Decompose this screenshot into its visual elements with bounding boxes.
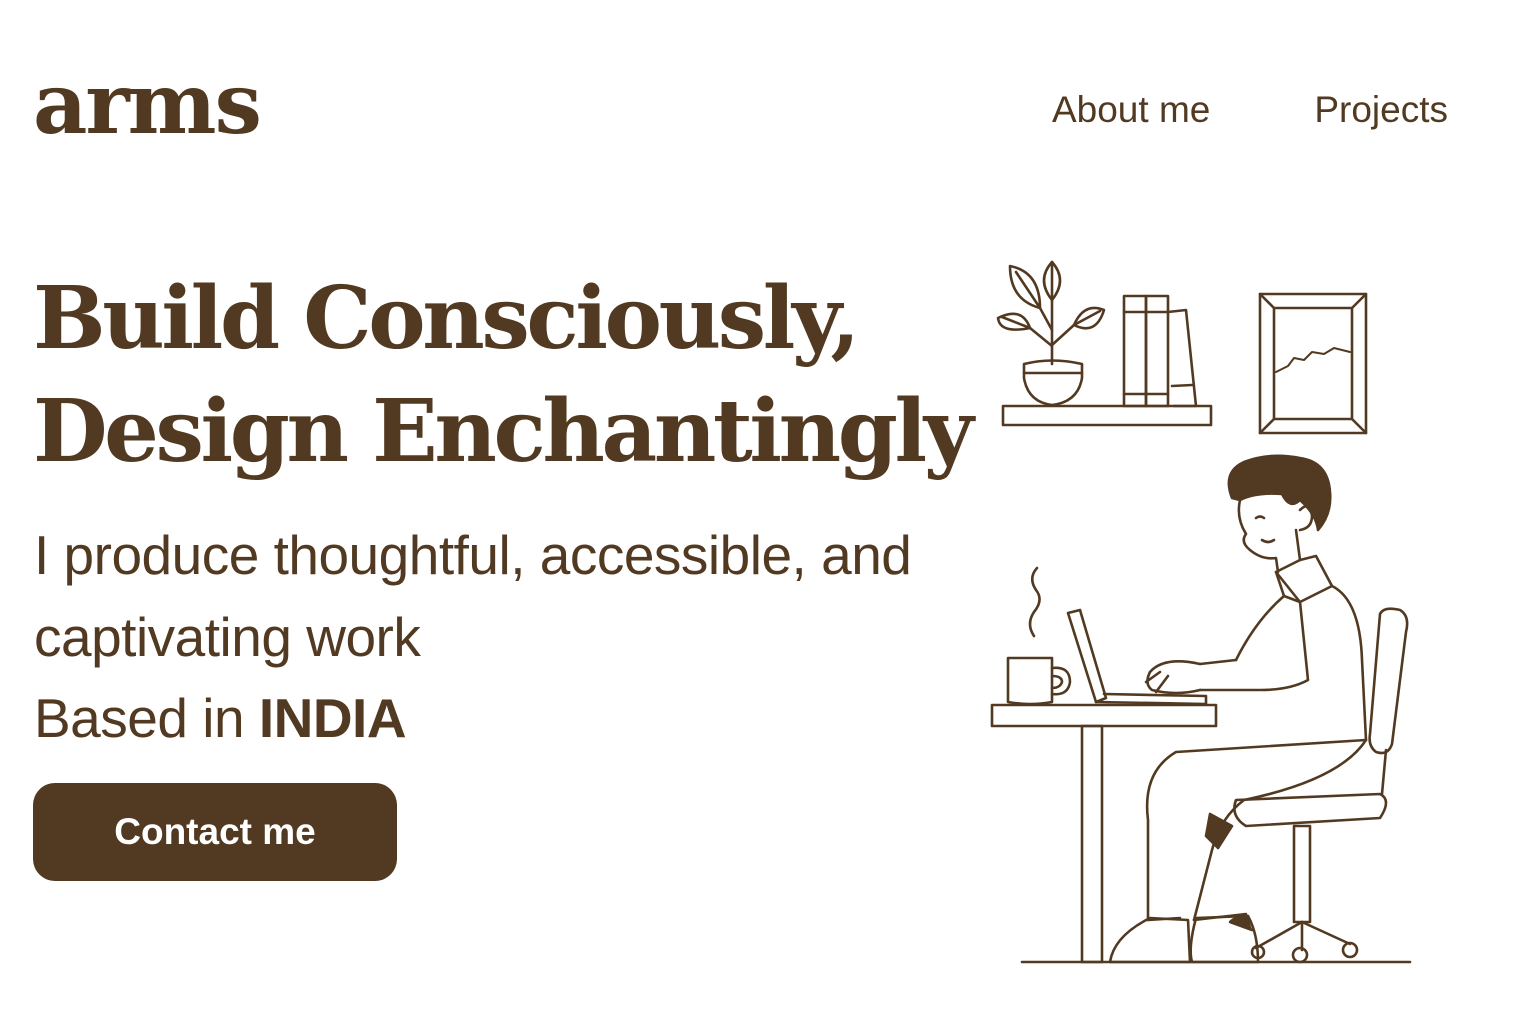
location-prefix: Based in	[34, 687, 245, 749]
books-icon	[1122, 294, 1198, 408]
headline-line-1: Build Consciously,	[33, 268, 860, 369]
hero-subtitle: I produce thoughtful, accessible, and ca…	[34, 524, 912, 668]
plant-icon	[996, 260, 1106, 407]
headline-line-2: Design Enchantingly	[33, 381, 974, 482]
desk-icon	[990, 703, 1218, 964]
person-icon	[1108, 454, 1368, 964]
coffee-mug-icon	[1006, 656, 1072, 706]
location-country: INDIA	[258, 687, 407, 749]
steam-icon	[1028, 566, 1041, 638]
hero-headline: Build Consciously, Design Enchantingly	[33, 262, 974, 488]
location-text: Based in INDIA	[34, 680, 407, 756]
nav-about-me[interactable]: About me	[1052, 88, 1210, 132]
laptop-icon	[1066, 608, 1208, 706]
office-chair-icon	[1233, 607, 1409, 964]
main-nav: About me Projects	[1052, 88, 1448, 132]
contact-me-button[interactable]: Contact me	[33, 783, 397, 881]
person-working-at-desk-illustration	[990, 260, 1412, 964]
shelf-icon	[1001, 404, 1213, 427]
logo-link[interactable]: arms	[33, 62, 262, 146]
picture-frame-icon	[1258, 292, 1368, 435]
nav-projects[interactable]: Projects	[1314, 88, 1448, 132]
